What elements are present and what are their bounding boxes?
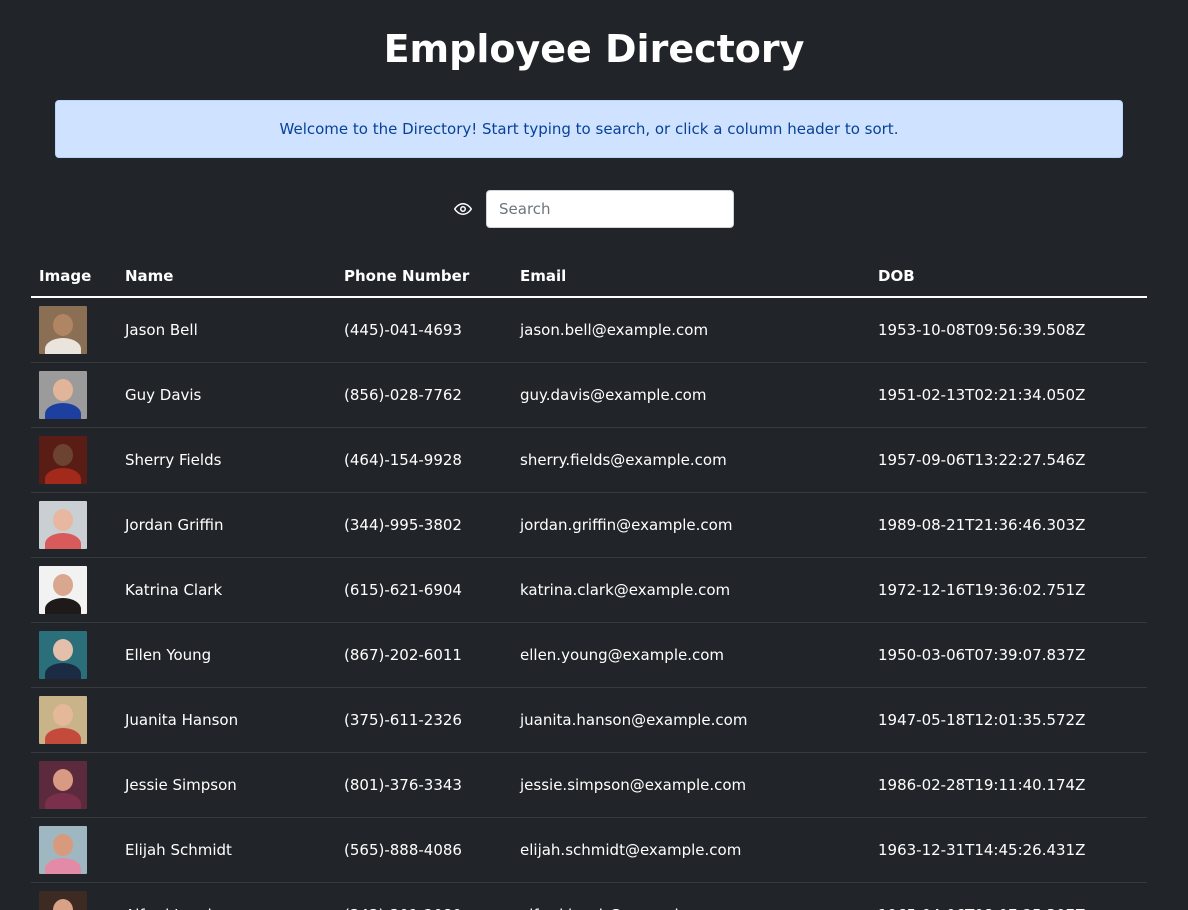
name-cell: Guy Davis (117, 362, 336, 428)
table-row: Guy Davis (856)-028-7762 guy.davis@example… (31, 362, 1147, 428)
table-row: Katrina Clark (615)-621-6904 katrina.clark… (31, 557, 1147, 623)
image-cell (31, 817, 117, 883)
phone-cell: (375)-611-2326 (336, 687, 512, 753)
dob-cell: 1989-08-21T21:36:46.303Z (870, 492, 1147, 558)
image-cell (31, 752, 117, 818)
table-header-row: Image Name Phone Number Email DOB (31, 256, 1147, 298)
email-cell: juanita.hanson@example.com (512, 687, 870, 753)
dob-cell: 1963-12-31T14:45:26.431Z (870, 817, 1147, 883)
table-row: Ellen Young (867)-202-6011 ellen.young@exa… (31, 622, 1147, 688)
image-cell (31, 427, 117, 493)
avatar (39, 370, 87, 419)
avatar (39, 890, 87, 910)
email-cell: jordan.griffin@example.com (512, 492, 870, 558)
table-body: Jason Bell (445)-041-4693 jason.bell@examp… (31, 297, 1147, 910)
search-input[interactable] (486, 190, 734, 228)
column-header-name[interactable]: Name (117, 256, 336, 298)
dob-cell: 1957-09-06T13:22:27.546Z (870, 427, 1147, 493)
name-cell: Jordan Griffin (117, 492, 336, 558)
avatar (39, 760, 87, 809)
dob-cell: 1972-12-16T19:36:02.751Z (870, 557, 1147, 623)
dob-cell: 1947-05-18T12:01:35.572Z (870, 687, 1147, 753)
column-header-dob[interactable]: DOB (870, 256, 1147, 298)
name-cell: Sherry Fields (117, 427, 336, 493)
phone-cell: (344)-995-3802 (336, 492, 512, 558)
avatar (39, 500, 87, 549)
dob-cell: 1986-02-28T19:11:40.174Z (870, 752, 1147, 818)
dob-cell: 1950-03-06T07:39:07.837Z (870, 622, 1147, 688)
image-cell (31, 882, 117, 910)
table-row: Jessie Simpson (801)-376-3343 jessie.simps… (31, 752, 1147, 818)
phone-cell: (464)-154-9928 (336, 427, 512, 493)
table-row: Jordan Griffin (344)-995-3802 jordan.griff… (31, 492, 1147, 558)
email-cell: jason.bell@example.com (512, 297, 870, 363)
phone-cell: (445)-041-4693 (336, 297, 512, 363)
dob-cell: 1965-04-06T08:07:25.307Z (870, 882, 1147, 910)
table-row: Juanita Hanson (375)-611-2326 juanita.hans… (31, 687, 1147, 753)
welcome-alert: Welcome to the Directory! Start typing t… (55, 100, 1123, 158)
image-cell (31, 622, 117, 688)
image-cell (31, 557, 117, 623)
image-cell (31, 687, 117, 753)
table-row: Alfred Lynch(343)-301-2080alfred.lynch@e… (31, 882, 1147, 910)
avatar (39, 435, 87, 484)
email-cell: katrina.clark@example.com (512, 557, 870, 623)
avatar (39, 630, 87, 679)
email-cell: jessie.simpson@example.com (512, 752, 870, 818)
dob-cell: 1951-02-13T02:21:34.050Z (870, 362, 1147, 428)
table-row: Jason Bell (445)-041-4693 jason.bell@examp… (31, 297, 1147, 363)
table-row: Sherry Fields (464)-154-9928 sherry.fields… (31, 427, 1147, 493)
directory-page: Employee Directory Welcome to the Direct… (0, 0, 1188, 910)
image-cell (31, 492, 117, 558)
name-cell: Jessie Simpson (117, 752, 336, 818)
avatar (39, 565, 87, 614)
phone-cell: (867)-202-6011 (336, 622, 512, 688)
email-cell: sherry.fields@example.com (512, 427, 870, 493)
avatar (39, 825, 87, 874)
name-cell: Juanita Hanson (117, 687, 336, 753)
email-cell: ellen.young@example.com (512, 622, 870, 688)
phone-cell: (565)-888-4086 (336, 817, 512, 883)
employee-table: Image Name Phone Number Email DOB Jason … (31, 256, 1147, 910)
phone-cell: (343)-301-2080 (336, 882, 512, 910)
name-cell: Katrina Clark (117, 557, 336, 623)
name-cell: Ellen Young (117, 622, 336, 688)
dob-cell: 1953-10-08T09:56:39.508Z (870, 297, 1147, 363)
phone-cell: (801)-376-3343 (336, 752, 512, 818)
search-bar (0, 190, 1188, 228)
welcome-alert-text: Welcome to the Directory! Start typing t… (279, 120, 899, 138)
name-cell: Alfred Lynch (117, 882, 336, 910)
page-title: Employee Directory (383, 27, 805, 71)
image-cell (31, 297, 117, 363)
avatar (39, 695, 87, 744)
name-cell: Jason Bell (117, 297, 336, 363)
email-cell: alfred.lynch@example.com (512, 882, 870, 910)
email-cell: elijah.schmidt@example.com (512, 817, 870, 883)
phone-cell: (615)-621-6904 (336, 557, 512, 623)
column-header-email[interactable]: Email (512, 256, 870, 298)
column-header-image[interactable]: Image (31, 256, 117, 298)
eye-icon (454, 200, 472, 218)
avatar (39, 305, 87, 354)
table-row: Elijah Schmidt (565)-888-4086 elijah.schmi… (31, 817, 1147, 883)
name-cell: Elijah Schmidt (117, 817, 336, 883)
email-cell: guy.davis@example.com (512, 362, 870, 428)
image-cell (31, 362, 117, 428)
phone-cell: (856)-028-7762 (336, 362, 512, 428)
column-header-phone[interactable]: Phone Number (336, 256, 512, 298)
